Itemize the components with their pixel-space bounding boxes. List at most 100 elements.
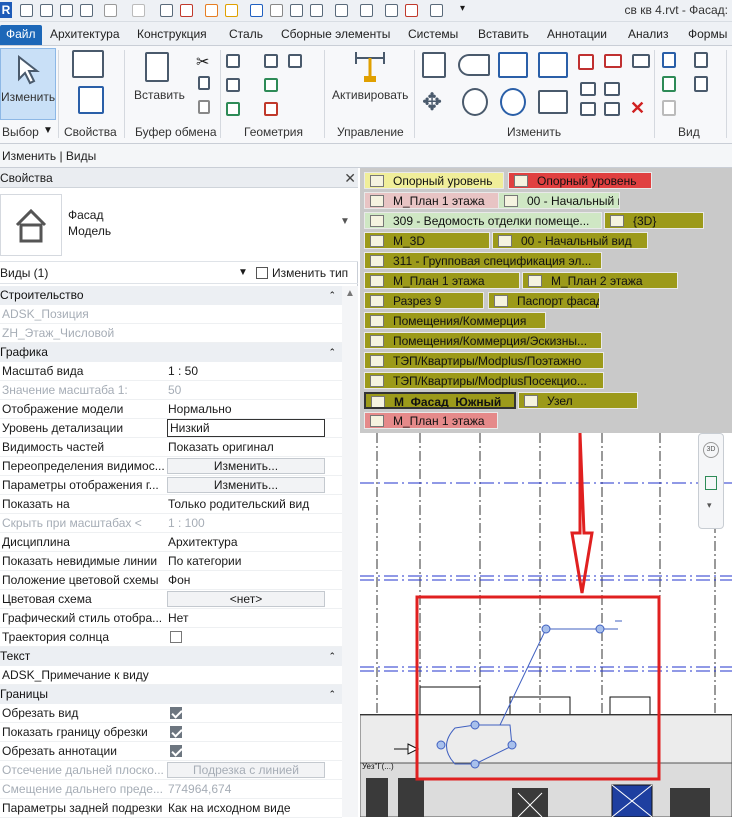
collapse-icon[interactable]: ⌃ — [328, 647, 336, 666]
tab-precast[interactable]: Сборные элементы — [281, 25, 390, 45]
collapse-icon[interactable]: ⌃ — [328, 286, 336, 305]
print-icon[interactable] — [160, 4, 173, 17]
zoom-region-icon[interactable] — [705, 476, 717, 490]
properties-scrollbar[interactable]: ▲ — [342, 286, 358, 817]
split-face-icon[interactable] — [264, 78, 278, 92]
customize-chevron-icon[interactable]: ▾ — [460, 4, 473, 17]
view-tab[interactable]: 00 - Начальный вид — [498, 192, 620, 209]
property-group[interactable]: Графика ⌃ — [0, 343, 342, 362]
move-icon[interactable]: ✥ — [422, 88, 442, 117]
view-tab[interactable]: 311 - Групповая спецификация эл... — [364, 252, 602, 269]
paint-icon[interactable] — [226, 102, 240, 116]
tab-structure[interactable]: Конструкция — [137, 25, 207, 45]
wall-joins-icon[interactable] — [226, 78, 240, 92]
array-icon[interactable] — [580, 82, 596, 96]
select-dropdown-icon[interactable]: ▼ — [43, 125, 53, 136]
view-tab[interactable]: {3D} — [604, 212, 704, 229]
property-button[interactable]: Изменить... — [167, 458, 325, 474]
split-gap-icon[interactable] — [604, 54, 622, 68]
trim-single-icon[interactable] — [580, 102, 596, 116]
property-value[interactable]: Как на исходном виде — [168, 799, 340, 818]
tab-file[interactable]: Файл — [0, 25, 42, 45]
switch-windows-icon[interactable] — [430, 4, 443, 17]
property-value[interactable]: Низкий — [167, 419, 325, 437]
view-tab[interactable]: Паспорт фасада — [488, 292, 600, 309]
properties-icon[interactable] — [78, 86, 104, 114]
trim-icon[interactable] — [538, 90, 568, 114]
trim-multi-icon[interactable] — [604, 102, 620, 116]
cut-icon[interactable]: ✂ — [196, 52, 209, 72]
section-icon[interactable] — [360, 4, 373, 17]
view-tab[interactable]: М_План 1 этажа — [364, 192, 504, 209]
activate-icon[interactable] — [352, 52, 388, 86]
sync-icon[interactable] — [80, 4, 93, 17]
view-tab[interactable]: Разрез 9 — [364, 292, 484, 309]
close-hidden-icon[interactable] — [405, 4, 418, 17]
property-checkbox[interactable] — [170, 745, 182, 757]
property-value[interactable]: Показать оригинал — [168, 438, 340, 457]
view-tab[interactable]: Опорный уровень — [508, 172, 652, 189]
view-tab[interactable]: 00 - Начальный вид — [492, 232, 648, 249]
cope-icon[interactable] — [226, 54, 240, 68]
drawing-canvas[interactable]: Уез"Г(...) 3D ▾ — [359, 432, 732, 818]
view-tab[interactable]: Помещения/Коммерция — [364, 312, 546, 329]
type-dropdown-icon[interactable]: ▼ — [340, 216, 350, 227]
instance-filter[interactable]: Виды (1) — [0, 266, 48, 280]
mirror-draw-icon[interactable] — [538, 52, 568, 78]
view-tab[interactable]: 309 - Ведомость отделки помеще... — [364, 212, 602, 229]
modify-button[interactable]: Изменить — [0, 48, 56, 120]
view-tab[interactable]: М_План 1 этажа — [364, 272, 520, 289]
redo-icon[interactable] — [132, 4, 145, 17]
tag-icon[interactable] — [270, 4, 283, 17]
undo-icon[interactable] — [104, 4, 117, 17]
close-views-icon[interactable] — [180, 4, 193, 17]
home-3d-icon[interactable] — [335, 4, 348, 17]
edit-type-button[interactable]: Изменить тип — [272, 262, 348, 284]
copy-element-icon[interactable] — [462, 88, 488, 116]
property-checkbox[interactable] — [170, 726, 182, 738]
tab-insert[interactable]: Вставить — [478, 25, 529, 45]
text-icon[interactable] — [290, 4, 303, 17]
join-icon[interactable] — [288, 54, 302, 68]
collapse-icon[interactable]: ⌃ — [328, 685, 336, 704]
property-value[interactable]: 1 : 100 — [168, 514, 340, 533]
tab-annotate[interactable]: Аннотации — [547, 25, 607, 45]
split-icon[interactable] — [578, 54, 594, 70]
view-tab[interactable]: Помещения/Коммерция/Эскизны... — [364, 332, 602, 349]
property-value[interactable]: Нет — [168, 609, 340, 628]
property-button[interactable]: Изменить... — [167, 477, 325, 493]
reveal-icon[interactable] — [662, 100, 676, 116]
home-icon[interactable] — [20, 4, 33, 17]
property-button[interactable]: <нет> — [167, 591, 325, 607]
thin-lines-icon[interactable] — [385, 4, 398, 17]
property-group[interactable]: Строительство ⌃ — [0, 286, 342, 305]
property-checkbox[interactable] — [170, 631, 182, 643]
rotate-icon[interactable] — [500, 88, 526, 116]
property-value[interactable]: 774964,674 — [168, 780, 340, 799]
3d-view-icon[interactable] — [310, 4, 323, 17]
property-value[interactable]: 1 : 50 — [168, 362, 340, 381]
linework-icon[interactable] — [662, 76, 676, 92]
cut-geometry-icon[interactable] — [264, 54, 278, 68]
close-icon[interactable]: ✕ — [344, 168, 356, 188]
view-list-icon[interactable] — [694, 76, 708, 92]
view-tab[interactable]: Узел — [518, 392, 638, 409]
paste-icon[interactable] — [145, 52, 169, 82]
property-value[interactable]: Архитектура — [168, 533, 340, 552]
edit-type-icon[interactable] — [256, 267, 268, 279]
view-tab[interactable]: М_Фасад_Южный — [364, 392, 516, 409]
steering-wheel-icon[interactable]: 3D — [703, 442, 719, 458]
type-selector[interactable]: Фасад Модель ▼ — [0, 188, 358, 262]
override-icon[interactable] — [694, 52, 708, 68]
property-value[interactable]: Нормально — [168, 400, 340, 419]
pin-icon[interactable] — [632, 54, 650, 68]
dimension-icon[interactable] — [225, 4, 238, 17]
hide-icon[interactable] — [662, 52, 676, 68]
property-value[interactable]: По категории — [168, 552, 340, 571]
collapse-icon[interactable]: ⌃ — [328, 343, 336, 362]
type-properties-icon[interactable] — [72, 50, 104, 78]
property-group[interactable]: Границы ⌃ — [0, 685, 342, 704]
instance-dropdown-icon[interactable]: ▼ — [238, 262, 248, 284]
activate-label[interactable]: Активировать — [332, 88, 408, 102]
demolish-icon[interactable] — [264, 102, 278, 116]
